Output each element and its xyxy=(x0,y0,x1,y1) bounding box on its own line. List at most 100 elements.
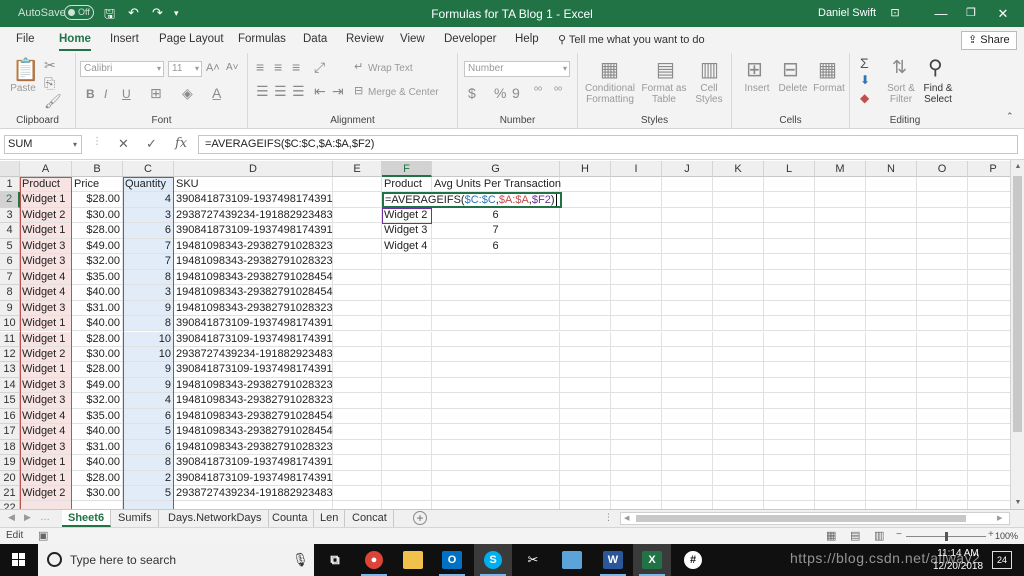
cell-f[interactable] xyxy=(382,285,432,301)
cell-f[interactable]: Widget 3 xyxy=(382,223,432,239)
cell-empty[interactable] xyxy=(968,301,1010,317)
cell-styles-label[interactable]: Cell Styles xyxy=(690,83,728,105)
cell-empty[interactable] xyxy=(866,439,917,456)
cell-empty[interactable] xyxy=(713,486,764,502)
zoom-level[interactable]: 100% xyxy=(995,531,1018,541)
cell-empty[interactable] xyxy=(611,254,662,270)
cell-empty[interactable] xyxy=(713,439,764,456)
cell-empty[interactable] xyxy=(560,331,611,347)
cell-empty[interactable] xyxy=(866,238,917,255)
cell-d[interactable]: 19481098343-29382791028323 xyxy=(174,254,333,270)
clear-icon[interactable]: ◆ xyxy=(860,91,869,105)
cell-f[interactable]: Widget 2 xyxy=(382,207,432,224)
cell-empty[interactable] xyxy=(560,393,611,409)
cell-empty[interactable] xyxy=(560,486,611,502)
column-header-p[interactable]: P xyxy=(968,161,1010,177)
cell-empty[interactable] xyxy=(866,408,917,425)
cell-empty[interactable] xyxy=(917,393,968,409)
font-name-select[interactable]: Calibri ▾ xyxy=(80,61,164,77)
cell-empty[interactable] xyxy=(764,501,815,509)
cell-b[interactable]: $28.00 xyxy=(72,470,123,486)
cell-a[interactable]: Widget 2 xyxy=(20,207,72,224)
tab-help[interactable]: Help xyxy=(515,33,539,45)
cell-g[interactable] xyxy=(432,455,560,471)
cell-g[interactable] xyxy=(432,408,560,425)
cell-empty[interactable] xyxy=(560,377,611,394)
cell-empty[interactable] xyxy=(764,346,815,363)
cell-empty[interactable] xyxy=(968,177,1010,193)
cell-g[interactable]: Avg Units Per Transaction xyxy=(432,177,561,193)
cell-empty[interactable] xyxy=(611,362,662,378)
column-header-i[interactable]: I xyxy=(611,161,662,177)
cell-empty[interactable] xyxy=(662,439,713,456)
column-header-c[interactable]: C xyxy=(123,161,174,177)
taskbar-app-notes[interactable] xyxy=(553,544,591,576)
sheet-tab-days-networkdays[interactable]: Days.NetworkDays xyxy=(162,510,269,527)
cell-empty[interactable] xyxy=(815,470,866,486)
row-header[interactable]: 12 xyxy=(0,346,20,363)
cell-empty[interactable] xyxy=(917,470,968,486)
cell-empty[interactable] xyxy=(968,440,1010,456)
find-select-icon[interactable]: ⚲ xyxy=(928,55,943,80)
page-layout-view-icon[interactable]: ▤ xyxy=(850,529,860,542)
cell-d[interactable]: 19481098343-29382791028454 xyxy=(174,269,333,286)
add-sheet-button[interactable]: + xyxy=(413,511,427,525)
cell-empty[interactable] xyxy=(662,269,713,286)
autosum-icon[interactable]: Σ xyxy=(860,55,869,71)
cell-empty[interactable] xyxy=(713,192,764,208)
cell-f[interactable] xyxy=(382,269,432,286)
sheet-tab-concat[interactable]: Concat xyxy=(346,510,394,527)
cell-b[interactable]: $49.00 xyxy=(72,238,123,255)
tab-home[interactable]: Home xyxy=(59,33,91,51)
cell-empty[interactable] xyxy=(866,424,917,440)
cell-empty[interactable] xyxy=(611,470,662,486)
cell-empty[interactable] xyxy=(815,192,866,208)
confirm-entry-icon[interactable]: ✓ xyxy=(146,136,157,152)
cell-empty[interactable] xyxy=(815,285,866,301)
decrease-indent-icon[interactable]: ⇤ xyxy=(314,83,326,100)
cell-empty[interactable] xyxy=(713,470,764,486)
cell-b[interactable]: $30.00 xyxy=(72,486,123,502)
cell-g[interactable] xyxy=(432,316,560,332)
cell-f[interactable] xyxy=(382,501,432,509)
italic-button[interactable]: I xyxy=(104,87,107,101)
cell-empty[interactable] xyxy=(764,377,815,394)
cell-a[interactable]: Widget 1 xyxy=(20,362,72,378)
cell-e[interactable] xyxy=(333,424,382,440)
cell-empty[interactable] xyxy=(560,254,611,270)
zoom-in-icon[interactable]: + xyxy=(988,529,994,540)
cell-empty[interactable] xyxy=(917,346,968,363)
cell-g[interactable]: 7 xyxy=(432,223,560,239)
cell-empty[interactable] xyxy=(713,362,764,378)
cell-empty[interactable] xyxy=(815,254,866,270)
cell-empty[interactable] xyxy=(764,223,815,239)
cell-empty[interactable] xyxy=(917,207,968,224)
cell-b[interactable] xyxy=(72,501,123,509)
taskbar-slack[interactable]: # xyxy=(674,544,712,576)
row-header[interactable]: 11 xyxy=(0,331,20,347)
cell-empty[interactable] xyxy=(866,362,917,378)
cell-empty[interactable] xyxy=(662,238,713,255)
share-button[interactable]: ⇪ Share xyxy=(961,31,1017,50)
cell-d[interactable]: 2938727439234-191882923483 xyxy=(174,207,333,224)
cell-empty[interactable] xyxy=(611,486,662,502)
cell-empty[interactable] xyxy=(917,177,968,193)
cell-empty[interactable] xyxy=(917,285,968,301)
ribbon-display-options-icon[interactable]: ⊡ xyxy=(872,0,918,27)
cell-c[interactable]: 3 xyxy=(123,285,174,301)
decrease-decimal-icon[interactable]: ⁰⁰ xyxy=(554,86,562,97)
cell-empty[interactable] xyxy=(764,269,815,286)
copy-icon[interactable]: ⎘ xyxy=(44,75,55,92)
cell-empty[interactable] xyxy=(815,238,866,255)
cell-empty[interactable] xyxy=(968,486,1010,502)
cell-empty[interactable] xyxy=(560,424,611,440)
cell-empty[interactable] xyxy=(917,300,968,317)
cell-empty[interactable] xyxy=(917,501,968,509)
cell-empty[interactable] xyxy=(764,207,815,224)
cell-empty[interactable] xyxy=(662,316,713,332)
row-header[interactable]: 7 xyxy=(0,269,20,286)
percent-button[interactable]: % xyxy=(494,85,506,101)
cell-empty[interactable] xyxy=(713,269,764,286)
column-header-a[interactable]: A xyxy=(20,161,72,177)
cell-g[interactable]: 6 xyxy=(432,207,560,224)
